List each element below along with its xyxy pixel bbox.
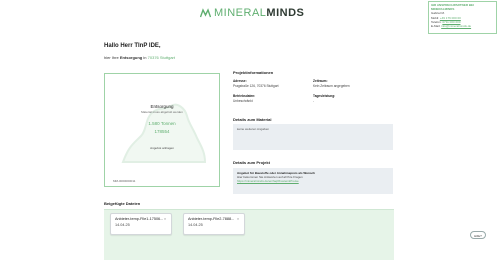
disposal-card: Entsorgung Material muss abgeholt werden… (104, 73, 220, 187)
contact-email-row: E-Mail: info@mineralminds.de (431, 24, 472, 29)
project-info-section: Projektinformationen Adresse: Pragstraße… (233, 70, 393, 103)
greeting-title: Hallo Herr TInP IDE, (104, 43, 161, 49)
project-details-heading: Details zum Projekt (233, 160, 270, 165)
contact-email-link[interactable]: info@mineralminds.de (441, 24, 471, 28)
file-name: Anbieter-temp-File1-17506... (115, 217, 164, 221)
file-date: 14.04.25 (115, 223, 130, 227)
project-details-box: Angebot für Baustoffe oder Annahmepreis … (233, 168, 393, 194)
file-close-icon[interactable]: × (162, 216, 168, 222)
contact-box: IHR ANSPRECHPARTNER BEI MINERALMINDS Gab… (428, 1, 497, 34)
attached-files-heading: Beigefügte Dateien (104, 201, 141, 206)
reference-number: MM-0000000011 (113, 179, 136, 183)
file-card[interactable]: Anbieter-temp-File1-17506... 14.04.25 × (110, 213, 172, 235)
header: MINERALMINDS IHR ANSPRECHPARTNER BEI MIN… (0, 0, 500, 34)
mountain-logo-icon (200, 8, 211, 18)
timeframe-value: Kein Zeitraum angegeben (313, 83, 350, 88)
file-close-icon[interactable]: × (235, 216, 241, 222)
operator-value: Unbeschränkt (233, 98, 253, 103)
location-text: 70376 Stuttgart (147, 55, 175, 60)
file-name: Anbieter-temp-File2-7888... (188, 217, 235, 221)
material-heap-icon (121, 103, 207, 163)
file-date: 14.04.25 (188, 223, 203, 227)
address-value: Pragstraße 126, 70376 Stuttgart (233, 83, 279, 88)
faq-link[interactable]: https://mineralminds.de/en/faq#Kosten&Pr… (237, 179, 299, 183)
help-button[interactable]: Hilfe? (470, 231, 486, 239)
logo[interactable]: MINERALMINDS (200, 7, 304, 19)
contact-title: IHR ANSPRECHPARTNER BEI MINERALMINDS (431, 3, 474, 12)
material-details-box: keine weiteren Angaben (233, 124, 393, 150)
disposal-title: Entsorgung (150, 104, 174, 109)
brand-name: MINERALMINDS (214, 7, 305, 19)
greeting-subline: hier Ihre Entsorgung in 70376 Stuttgart (104, 55, 175, 60)
disposal-quantity: 1.580 Tonnen (148, 121, 176, 126)
material-details-text: keine weiteren Angaben (237, 127, 270, 131)
project-info-heading: Projektinformationen (233, 70, 274, 75)
disposal-id: 178554 (154, 129, 170, 134)
file-card[interactable]: Anbieter-temp-File2-7888... 14.04.25 × (183, 213, 245, 235)
material-details-heading: Details zum Material (233, 117, 272, 122)
daily-capacity-value: - (313, 98, 315, 103)
attached-files-area: Anbieter-temp-File1-17506... 14.04.25 × … (104, 209, 394, 260)
disposal-subtitle: Material muss abgeholt werden (141, 110, 183, 114)
request-offer-link[interactable]: Angebot anfragen (105, 146, 219, 150)
